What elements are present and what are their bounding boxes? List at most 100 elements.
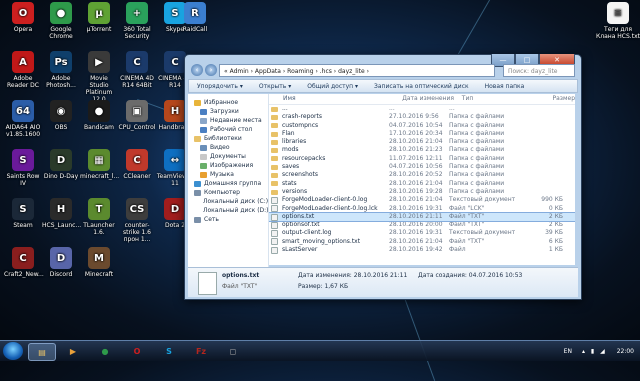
file-row[interactable]: sLastServer 28.10.2016 19:42 Файл 1 КБ bbox=[269, 246, 575, 254]
desktop-icon[interactable]: D Discord bbox=[42, 247, 80, 278]
toolbar-button[interactable]: Открыть ▾ bbox=[251, 83, 299, 90]
file-date: 28.10.2016 21:04 bbox=[389, 138, 443, 146]
desktop-icon[interactable]: ▶Movie Studio Platinum 12.0 bbox=[80, 51, 118, 103]
nav-item[interactable]: Локальный диск (C:) bbox=[188, 197, 268, 206]
file-date: ... bbox=[389, 105, 395, 112]
folder-icon bbox=[271, 173, 278, 179]
file-row[interactable]: screenshots 28.10.2016 20:52 Папка с файла… bbox=[269, 171, 575, 179]
desktop-icon[interactable]: M Minecraft bbox=[80, 247, 118, 278]
file-row[interactable]: smart_moving_options.txt 28.10.2016 21:04… bbox=[269, 238, 575, 246]
toolbar-button[interactable]: Общий доступ ▾ bbox=[299, 83, 366, 90]
nav-item[interactable]: Документы bbox=[188, 152, 268, 161]
nav-item[interactable]: Сеть bbox=[188, 215, 268, 224]
taskbar-skype-button[interactable]: S bbox=[156, 343, 182, 359]
desktop-icon[interactable]: ≡ Теги для Клана HCS.txt bbox=[596, 2, 640, 40]
file-row[interactable]: ForgeModLoader-client-0.log.lck 28.10.201… bbox=[269, 205, 575, 213]
start-button[interactable] bbox=[3, 342, 23, 360]
forward-button[interactable]: › bbox=[205, 64, 217, 76]
nav-item[interactable]: Компьютер bbox=[188, 188, 268, 197]
clock[interactable]: 22:00 bbox=[617, 348, 634, 355]
search-input[interactable]: Поиск: dayz_lite bbox=[503, 64, 575, 77]
column-header[interactable]: Имя bbox=[269, 94, 402, 104]
tray-icons[interactable]: ▴ ▮ ◢ bbox=[582, 348, 607, 355]
file-row[interactable]: optionsof.txt 28.10.2016 20:00 Файл "TXT" 2… bbox=[269, 221, 575, 229]
file-row[interactable]: mods 28.10.2016 21:23 Папка с файлами bbox=[269, 146, 575, 154]
desktop-icon[interactable]: S Steam bbox=[4, 198, 42, 229]
desktop-icon[interactable]: A Adobe Reader DC bbox=[4, 51, 42, 89]
column-header[interactable]: Тип bbox=[462, 94, 532, 104]
desktop-icon[interactable]: ● Bandicam bbox=[80, 100, 118, 131]
file-row[interactable]: Flan 17.10.2016 20:34 Папка с файлами bbox=[269, 130, 575, 138]
nav-item[interactable]: Загрузки bbox=[188, 107, 268, 116]
toolbar-button[interactable]: Новая папка bbox=[477, 83, 533, 90]
file-row[interactable]: crash-reports 27.10.2016 9:56 Папка с файл… bbox=[269, 113, 575, 121]
file-size: 39 КБ bbox=[545, 229, 563, 237]
desktop-icon[interactable]: 64 AIDA64 AIO v1.85.1600 bbox=[4, 100, 42, 138]
taskbar-chrome-button[interactable]: ● bbox=[92, 343, 118, 359]
file-row[interactable]: ......... bbox=[269, 105, 575, 113]
app-icon: ≡ bbox=[607, 2, 629, 24]
nav-item[interactable]: Домашняя группа bbox=[188, 179, 268, 188]
file-type: Папка с файлами bbox=[449, 163, 505, 171]
nav-item[interactable]: Музыка bbox=[188, 170, 268, 179]
nav-item-icon bbox=[200, 171, 207, 178]
desktop-icon[interactable]: µ µTorrent bbox=[80, 2, 118, 33]
desktop-icon[interactable]: O Opera bbox=[4, 2, 42, 33]
desktop-icon[interactable]: C Craft2_New... bbox=[4, 247, 44, 278]
address-bar[interactable]: « Admin › AppData › Roaming › .hcs › day… bbox=[219, 64, 495, 77]
file-row[interactable]: saves 04.07.2016 10:56 Папка с файлами bbox=[269, 163, 575, 171]
desktop-icon[interactable]: C CINEMA 4D R14 64Bit bbox=[118, 51, 156, 89]
column-header[interactable]: Размер bbox=[531, 94, 576, 104]
taskbar-filezilla-button[interactable]: Fz bbox=[188, 343, 214, 359]
file-row[interactable]: custompncs 04.07.2016 10:54 Папка с файлам… bbox=[269, 122, 575, 130]
desktop-icon[interactable]: T TLauncher 1.6. bbox=[80, 198, 118, 236]
desktop-icon[interactable]: ● Google Chrome bbox=[42, 2, 80, 40]
taskbar-extra-app-button[interactable]: ◻ bbox=[220, 343, 246, 359]
desktop-icon-label: Dino D-Day bbox=[43, 173, 79, 180]
file-row[interactable]: versions 28.10.2016 19:28 Папка с файлами bbox=[269, 188, 575, 196]
nav-item[interactable]: Избранное bbox=[188, 98, 268, 107]
desktop-icon[interactable]: +360 Total Security bbox=[118, 2, 156, 40]
desktop-icon[interactable]: R RaidCall bbox=[176, 2, 214, 33]
file-type: ... bbox=[449, 105, 455, 112]
nav-item[interactable]: Библиотеки bbox=[188, 134, 268, 143]
nav-item[interactable]: Изображения bbox=[188, 161, 268, 170]
desktop-icon[interactable]: Ps Adobe Photosh... bbox=[42, 51, 80, 89]
desktop-icon[interactable]: D Dino D-Day bbox=[42, 149, 80, 180]
taskbar-opera-button[interactable]: O bbox=[124, 343, 150, 359]
desktop-icon[interactable]: H HCS_Launc... bbox=[42, 198, 81, 229]
extra-app-icon: ◻ bbox=[229, 346, 237, 356]
file-row[interactable]: ForgeModLoader-client-0.log 28.10.2016 21… bbox=[269, 196, 575, 204]
file-row[interactable]: stats 28.10.2016 21:04 Папка с файлами bbox=[269, 180, 575, 188]
desktop-icon[interactable]: ▣ CPU_Control bbox=[118, 100, 156, 131]
toolbar-button[interactable]: Упорядочить ▾ bbox=[189, 83, 251, 90]
file-row[interactable]: output-client.log 28.10.2016 19:31 Текстов… bbox=[269, 229, 575, 238]
taskbar-media-button[interactable]: ▶ bbox=[60, 343, 86, 359]
file-row[interactable]: libraries 28.10.2016 21:04 Папка с файлами bbox=[269, 138, 575, 146]
file-type: Текстовый документ bbox=[449, 229, 516, 237]
file-size: 1 КБ bbox=[548, 246, 563, 254]
nav-item[interactable]: Недавние места bbox=[188, 116, 268, 125]
toolbar-button[interactable]: Записать на оптический диск bbox=[366, 83, 477, 90]
file-row[interactable]: options.txt 28.10.2016 21:11 Файл "TXT" 2 К… bbox=[269, 211, 575, 223]
desktop-icon[interactable]: C CCleaner bbox=[118, 149, 156, 180]
file-date: 28.10.2016 21:04 bbox=[389, 237, 443, 245]
desktop-icon[interactable]: S Saints Row IV bbox=[4, 149, 42, 187]
taskbar: ▤ ▶ ● O S Fz ◻ EN ▴ ▮ ◢ 22:00 bbox=[0, 340, 640, 361]
file-row[interactable]: resourcepacks 11.07.2016 12:11 Папка с фай… bbox=[269, 155, 575, 163]
desktop-icon[interactable]: ◉ OBS bbox=[42, 100, 80, 131]
back-button[interactable]: ‹ bbox=[191, 64, 203, 76]
nav-item[interactable]: Локальный диск (D:) bbox=[188, 206, 269, 215]
taskbar-explorer-button[interactable]: ▤ bbox=[28, 343, 56, 361]
language-indicator[interactable]: EN bbox=[564, 348, 572, 355]
nav-item-label: Документы bbox=[210, 153, 246, 160]
file-type: Папка с файлами bbox=[449, 138, 505, 146]
file-size bbox=[519, 163, 563, 171]
desktop-icon[interactable]: ▦ minecraft_l... bbox=[80, 149, 119, 180]
nav-item[interactable]: Рабочий стол bbox=[188, 125, 268, 134]
desktop-icon[interactable]: CS counter-strike 1.6 прон 1... bbox=[118, 198, 156, 243]
desktop-icon-label: µTorrent bbox=[86, 26, 112, 33]
nav-item[interactable]: Видео bbox=[188, 143, 268, 152]
column-header[interactable]: Дата изменения bbox=[402, 94, 462, 104]
opera-icon: O bbox=[133, 346, 141, 356]
